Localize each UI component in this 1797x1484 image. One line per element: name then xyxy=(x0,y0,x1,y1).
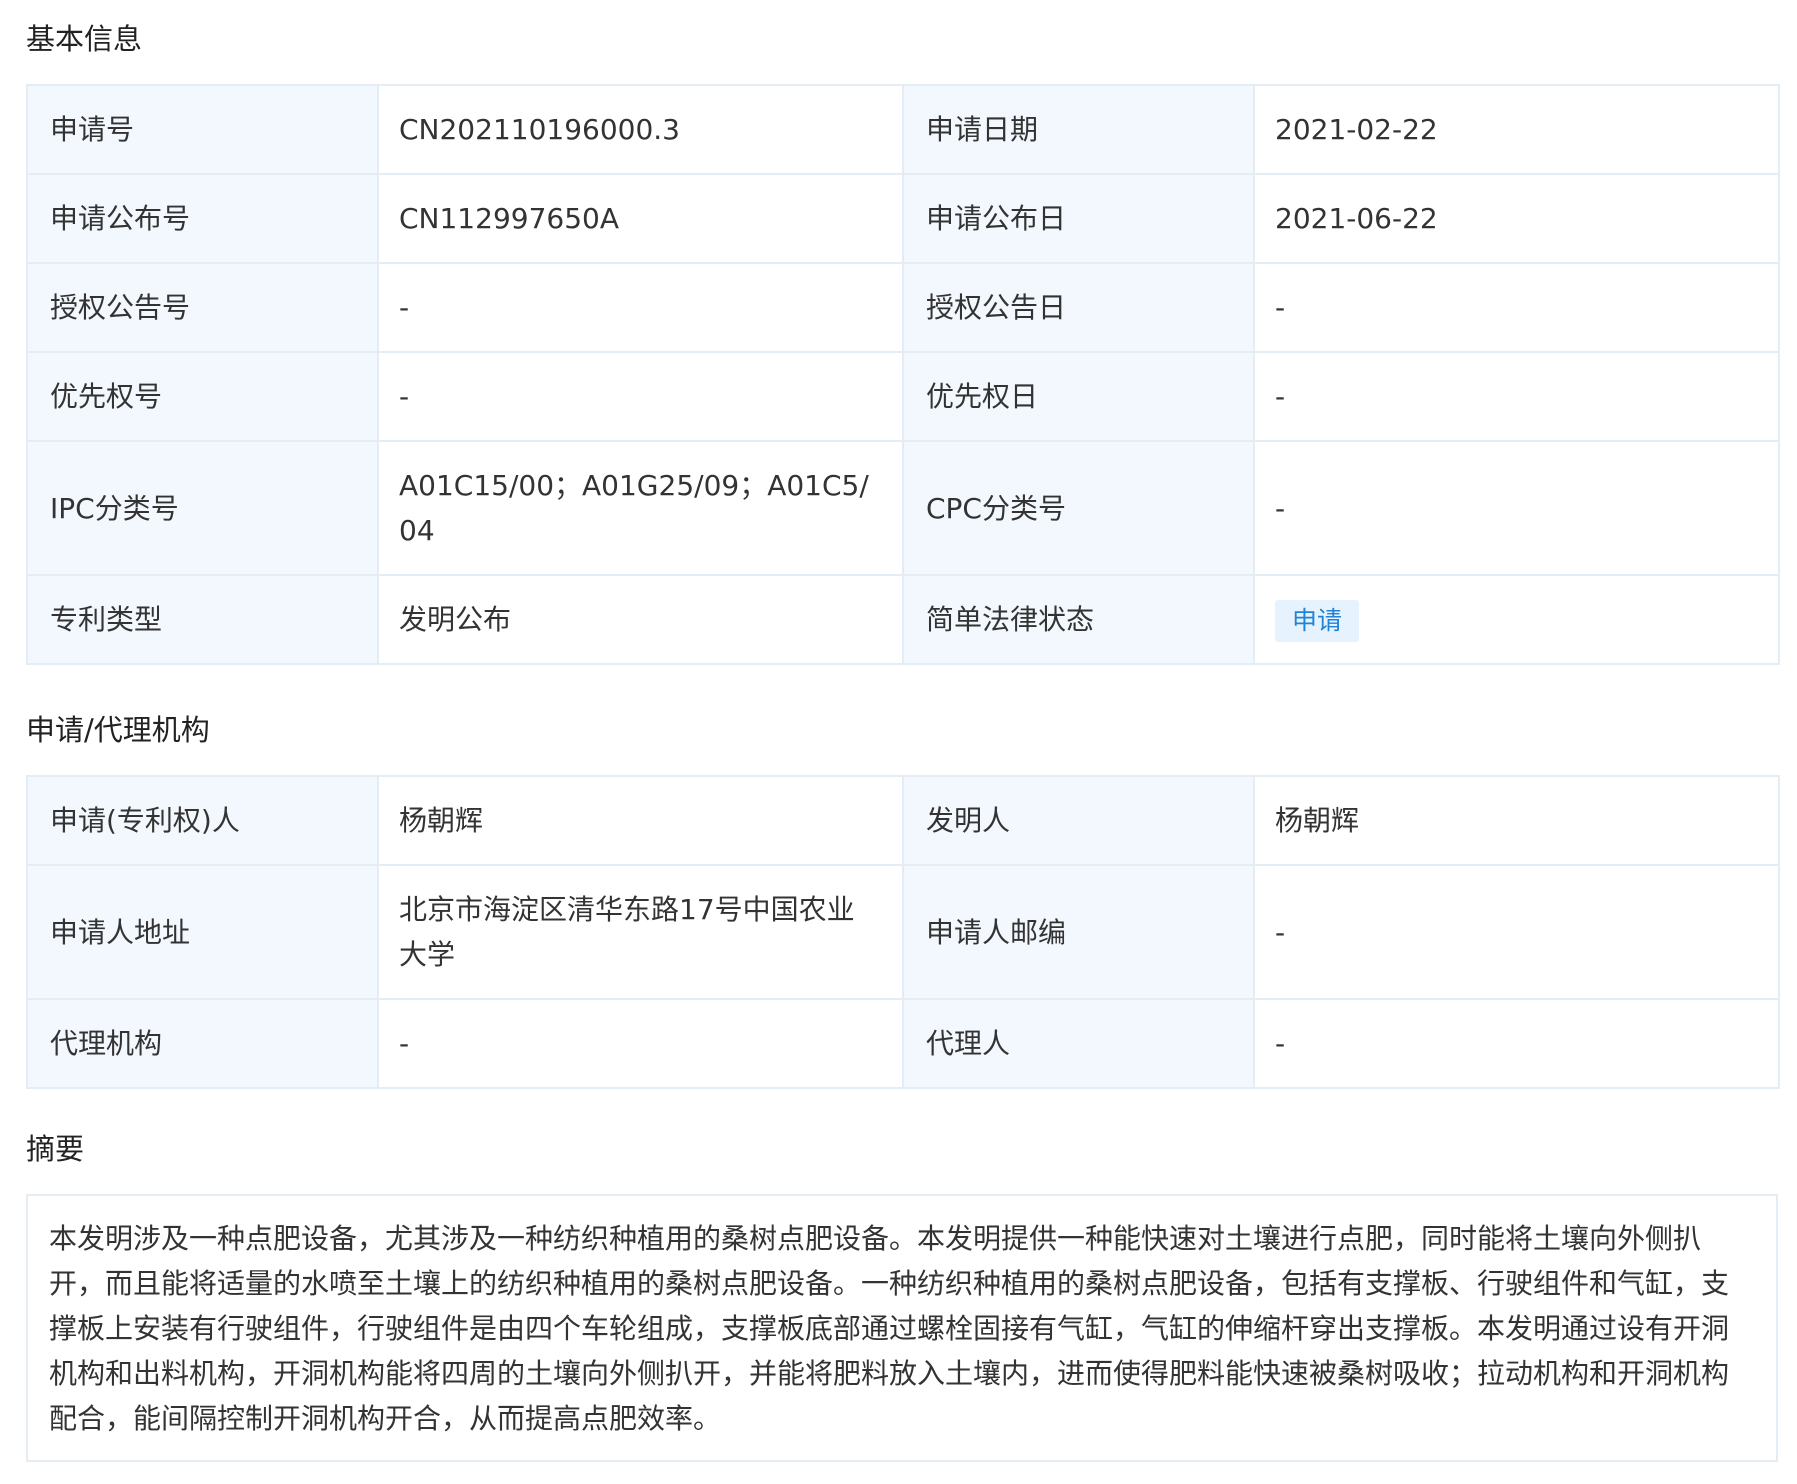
section-title-abstract: 摘要 xyxy=(26,1132,85,1166)
label-priority-date: 优先权日 xyxy=(902,351,1255,442)
label-application-date: 申请日期 xyxy=(902,84,1255,175)
label-agency: 代理机构 xyxy=(26,998,379,1089)
value-application-number: CN202110196000.3 xyxy=(377,84,904,175)
label-priority-number: 优先权号 xyxy=(26,351,379,442)
value-inventor: 杨朝辉 xyxy=(1253,775,1780,866)
label-ipc-class: IPC分类号 xyxy=(26,440,379,576)
table-row: 申请(专利权)人 杨朝辉 发明人 杨朝辉 xyxy=(26,775,1780,866)
value-ipc-class: A01C15/00；A01G25/09；A01C5/04 xyxy=(377,440,904,576)
table-row: 代理机构 - 代理人 - xyxy=(26,998,1780,1089)
table-row: 申请人地址 北京市海淀区清华东路17号中国农业大学 申请人邮编 - xyxy=(26,864,1780,1000)
table-row: IPC分类号 A01C15/00；A01G25/09；A01C5/04 CPC分… xyxy=(26,440,1780,576)
value-cpc-class: - xyxy=(1253,440,1780,576)
value-grant-number: - xyxy=(377,262,904,353)
label-grant-date: 授权公告日 xyxy=(902,262,1255,353)
value-applicant-address: 北京市海淀区清华东路17号中国农业大学 xyxy=(377,864,904,1000)
label-patent-type: 专利类型 xyxy=(26,574,379,665)
value-application-date: 2021-02-22 xyxy=(1253,84,1780,175)
value-publication-number: CN112997650A xyxy=(377,173,904,264)
value-agent: - xyxy=(1253,998,1780,1089)
value-priority-date: - xyxy=(1253,351,1780,442)
label-application-number: 申请号 xyxy=(26,84,379,175)
label-applicant-postcode: 申请人邮编 xyxy=(902,864,1255,1000)
label-publication-date: 申请公布日 xyxy=(902,173,1255,264)
section-title-agency: 申请/代理机构 xyxy=(26,713,210,747)
label-applicant: 申请(专利权)人 xyxy=(26,775,379,866)
basic-info-table: 申请号 CN202110196000.3 申请日期 2021-02-22 申请公… xyxy=(26,84,1780,665)
table-row: 优先权号 - 优先权日 - xyxy=(26,351,1780,442)
label-cpc-class: CPC分类号 xyxy=(902,440,1255,576)
value-agency: - xyxy=(377,998,904,1089)
value-patent-type: 发明公布 xyxy=(377,574,904,665)
label-legal-status: 简单法律状态 xyxy=(902,574,1255,665)
value-grant-date: - xyxy=(1253,262,1780,353)
value-priority-number: - xyxy=(377,351,904,442)
value-legal-status: 申请 xyxy=(1253,574,1780,665)
value-applicant: 杨朝辉 xyxy=(377,775,904,866)
agency-info-table: 申请(专利权)人 杨朝辉 发明人 杨朝辉 申请人地址 北京市海淀区清华东路17号… xyxy=(26,775,1780,1089)
label-agent: 代理人 xyxy=(902,998,1255,1089)
status-badge: 申请 xyxy=(1275,600,1360,642)
table-row: 申请号 CN202110196000.3 申请日期 2021-02-22 xyxy=(26,84,1780,175)
value-publication-date: 2021-06-22 xyxy=(1253,173,1780,264)
table-row: 专利类型 发明公布 简单法律状态 申请 xyxy=(26,574,1780,665)
table-row: 申请公布号 CN112997650A 申请公布日 2021-06-22 xyxy=(26,173,1780,264)
value-applicant-postcode: - xyxy=(1253,864,1780,1000)
label-inventor: 发明人 xyxy=(902,775,1255,866)
abstract-text: 本发明涉及一种点肥设备，尤其涉及一种纺织种植用的桑树点肥设备。本发明提供一种能快… xyxy=(26,1194,1778,1462)
section-title-basic-info: 基本信息 xyxy=(26,22,143,56)
label-publication-number: 申请公布号 xyxy=(26,173,379,264)
label-grant-number: 授权公告号 xyxy=(26,262,379,353)
table-row: 授权公告号 - 授权公告日 - xyxy=(26,262,1780,353)
label-applicant-address: 申请人地址 xyxy=(26,864,379,1000)
